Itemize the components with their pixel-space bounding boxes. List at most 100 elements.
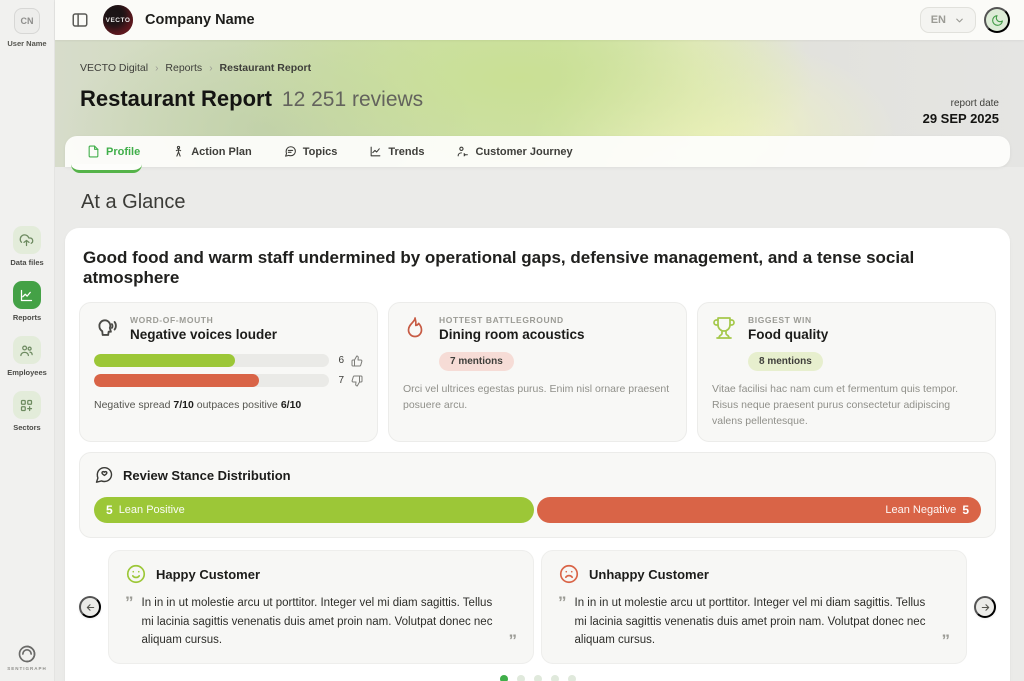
stance-distribution-card: Review Stance Distribution 5 Lean Positi… [79, 452, 996, 538]
tab-customer-journey[interactable]: Customer Journey [440, 136, 588, 167]
negative-bar-track [94, 374, 329, 387]
tab-topics[interactable]: Topics [268, 136, 354, 167]
stat-body-text: Vitae facilisi hac nam cum et fermentum … [712, 382, 981, 429]
negative-count: 7 [336, 375, 344, 386]
negative-bar-fill [94, 374, 259, 387]
language-selector[interactable]: EN [920, 7, 976, 33]
company-name: Company Name [145, 12, 255, 28]
carousel-dot[interactable] [500, 675, 508, 681]
sidebar-item-reports[interactable]: Reports [13, 281, 41, 322]
quote-text: In in in ut molestie arcu ut porttitor. … [142, 594, 501, 649]
positive-bar-fill [94, 354, 235, 367]
stat-kicker: HOTTEST BATTLEGROUND [439, 315, 585, 325]
title-row: Restaurant Report 12 251 reviews report … [80, 86, 999, 126]
moon-icon [991, 14, 1004, 27]
cloud-upload-icon [13, 226, 41, 254]
report-date-value: 29 SEP 2025 [923, 111, 999, 126]
carousel-dot[interactable] [534, 675, 542, 681]
carousel-dot[interactable] [517, 675, 525, 681]
lean-negative-segment: Lean Negative 5 [537, 497, 981, 523]
sidebar-item-sectors[interactable]: Sectors [13, 391, 41, 432]
quote-title: Unhappy Customer [589, 567, 709, 582]
word-of-mouth-card: WORD-OF-MOUTH Negative voices louder 6 [79, 302, 378, 442]
carousel-prev-button[interactable] [79, 596, 101, 618]
breadcrumb-separator-icon: › [155, 63, 158, 74]
sidebar-item-label: Sectors [13, 423, 41, 432]
battleground-card: HOTTEST BATTLEGROUND Dining room acousti… [388, 302, 687, 442]
reviews-count: 12 251 reviews [282, 88, 423, 112]
lean-positive-segment: 5 Lean Positive [94, 497, 534, 523]
carousel-dot[interactable] [551, 675, 559, 681]
grid-icon [13, 391, 41, 419]
arrow-right-icon [980, 602, 991, 613]
stat-title: Negative voices louder [130, 327, 277, 342]
positive-count: 6 [336, 355, 344, 366]
spread-caption: Negative spread 7/10 outpaces positive 6… [94, 399, 363, 411]
vecto-logo[interactable]: VECTO [103, 5, 133, 35]
lean-negative-label: Lean Negative [885, 504, 956, 516]
tab-label: Profile [106, 146, 140, 158]
avatar[interactable]: CN [14, 8, 40, 34]
breadcrumb-current: Restaurant Report [220, 62, 312, 74]
quotes-carousel: Happy Customer ” In in in ut molestie ar… [79, 550, 996, 664]
tab-trends[interactable]: Trends [353, 136, 440, 167]
topbar-actions: EN [920, 7, 1010, 33]
chevron-down-icon [954, 15, 965, 26]
frowny-face-icon [558, 563, 580, 585]
carousel-next-button[interactable] [974, 596, 996, 618]
thumbs-down-icon [351, 375, 363, 387]
stat-kicker: BIGGEST WIN [748, 315, 828, 325]
mentions-badge: 8 mentions [748, 352, 823, 371]
stat-kicker: WORD-OF-MOUTH [130, 315, 277, 325]
sidebar-item-data-files[interactable]: Data files [10, 226, 43, 267]
positive-bar-track [94, 354, 329, 367]
breadcrumb-separator-icon: › [209, 63, 212, 74]
quote-text: In in in ut molestie arcu ut porttitor. … [575, 594, 934, 649]
tab-label: Customer Journey [475, 146, 572, 158]
close-quote-icon: ” [942, 632, 951, 649]
at-a-glance-panel: Good food and warm staff undermined by o… [65, 228, 1010, 681]
open-quote-icon: ” [125, 594, 134, 649]
speech-bubble-icon [284, 145, 297, 158]
summary-headline: Good food and warm staff undermined by o… [79, 242, 996, 302]
stat-body-text: Orci vel ultrices egestas purus. Enim ni… [403, 382, 672, 414]
main-content: At a Glance Good food and warm staff und… [55, 167, 1024, 681]
breadcrumb-item[interactable]: Reports [165, 62, 202, 74]
close-quote-icon: ” [509, 632, 518, 649]
breadcrumb-item[interactable]: VECTO Digital [80, 62, 148, 74]
stance-title: Review Stance Distribution [123, 468, 291, 483]
sidebar-item-employees[interactable]: Employees [7, 336, 47, 377]
app-column: VECTO Company Name EN VECTO Digital › Re… [55, 0, 1024, 681]
language-code: EN [931, 14, 946, 26]
sidebar-item-label: Data files [10, 258, 43, 267]
vecto-logo-text: VECTO [106, 17, 131, 24]
thumbs-up-icon [351, 355, 363, 367]
biggest-win-card: BIGGEST WIN Food quality 8 mentions Vita… [697, 302, 996, 442]
word-of-mouth-icon [94, 316, 120, 342]
smiley-face-icon [125, 563, 147, 585]
document-icon [87, 145, 100, 158]
sentigraph-logo-icon [17, 644, 37, 664]
report-hero: VECTO Digital › Reports › Restaurant Rep… [55, 40, 1024, 167]
tab-label: Trends [388, 146, 424, 158]
carousel-dot[interactable] [568, 675, 576, 681]
mentions-badge: 7 mentions [439, 352, 514, 371]
trophy-icon [712, 316, 738, 342]
report-chart-icon [13, 281, 41, 309]
flame-icon [403, 316, 429, 342]
sidebar: CN User Name Data files Reports Employee… [0, 0, 55, 681]
tab-profile[interactable]: Profile [71, 136, 156, 167]
voice-bars: 6 7 [94, 354, 363, 387]
dark-mode-toggle[interactable] [984, 7, 1010, 33]
stance-bar: 5 Lean Positive Lean Negative 5 [94, 497, 981, 523]
unhappy-customer-card: Unhappy Customer ” In in in ut molestie … [541, 550, 967, 664]
sidebar-toggle-icon[interactable] [71, 11, 89, 29]
tab-action-plan[interactable]: Action Plan [156, 136, 268, 167]
person-route-icon [456, 145, 469, 158]
user-name-label: User Name [7, 39, 46, 48]
positive-bar-row: 6 [94, 354, 363, 367]
people-icon [13, 336, 41, 364]
tab-bar: Profile Action Plan Topics Trends [65, 136, 1010, 167]
stat-card-row: WORD-OF-MOUTH Negative voices louder 6 [79, 302, 996, 442]
section-title: At a Glance [81, 191, 1010, 214]
